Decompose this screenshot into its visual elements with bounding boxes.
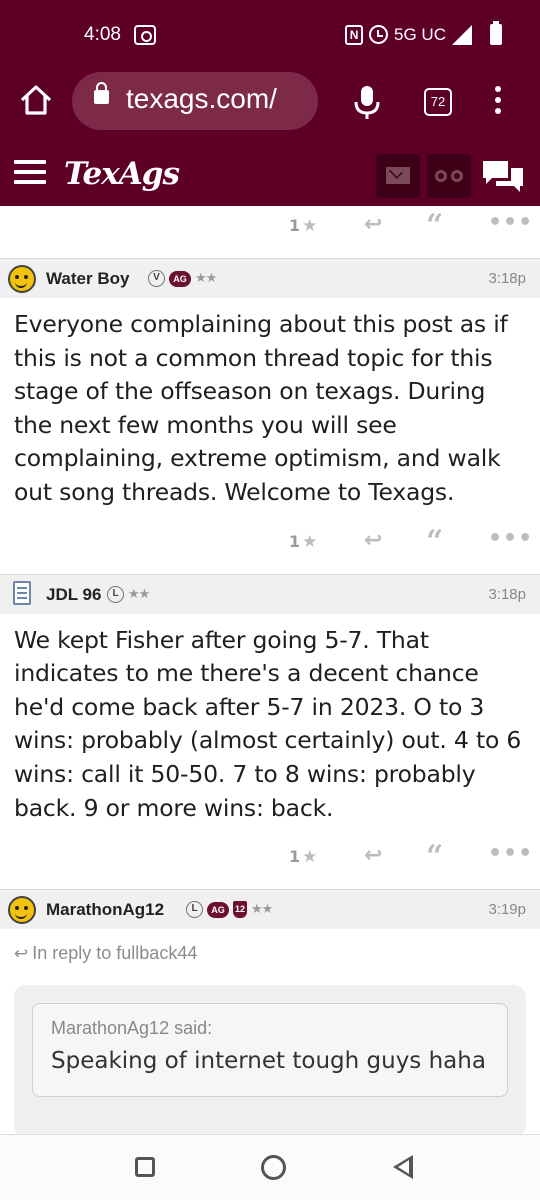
username[interactable]: JDL 96 (46, 585, 101, 605)
status-bar: 4:08 N 5G UC (0, 0, 540, 72)
reply-icon[interactable]: ↩ (364, 528, 382, 553)
quote-text: Speaking of internet tough guys haha (51, 1048, 486, 1075)
user-stars: ★★ (195, 271, 217, 286)
reply-to-text: In reply to fullback44 (32, 943, 198, 964)
star-button[interactable]: 1 ★ (289, 532, 317, 552)
reply-arrow-icon: ↩ (14, 944, 29, 964)
thread-content: 1 ★ ↩ “ ••• Water Boy V AG ★★ 3:18p Every… (0, 206, 540, 1134)
more-icon[interactable]: ••• (488, 210, 533, 235)
avatar[interactable] (8, 896, 36, 925)
watch-button[interactable] (427, 154, 471, 198)
post: MarathonAg12 L AG 12 ★★ 3:19p ↩ In reply … (0, 889, 540, 1134)
avatar[interactable] (13, 580, 31, 605)
home-icon[interactable] (18, 82, 54, 118)
post: JDL 96 L ★★ 3:18p We kept Fisher after g… (0, 573, 540, 890)
tab-switcher-button[interactable]: 72 (424, 88, 452, 116)
cast-icon (134, 25, 156, 45)
alarm-icon (369, 25, 389, 44)
more-icon[interactable]: ••• (488, 526, 533, 551)
signal-icon (452, 24, 472, 45)
mail-icon (386, 167, 410, 184)
post-actions: 1 ★ ↩ “ ••• (0, 837, 540, 889)
back-icon[interactable] (393, 1155, 413, 1179)
nfc-icon: N (345, 24, 364, 45)
quoted-post[interactable]: MarathonAg12 said: Speaking of internet … (32, 1003, 508, 1098)
battery-icon (490, 21, 502, 45)
post-actions: 1 ★ ↩ “ ••• (0, 206, 540, 258)
url-toolbar: texags.com/ 72 (0, 72, 540, 132)
quote-icon[interactable]: “ (426, 524, 443, 559)
messages-button[interactable] (376, 154, 420, 198)
badge-ag: AG (207, 901, 229, 918)
browser-chrome: 4:08 N 5G UC texags.com/ 72 TexAgs (0, 0, 540, 206)
star-button[interactable]: 1 ★ (289, 216, 317, 236)
badge-l: L (107, 585, 124, 603)
quote-block: MarathonAg12 said: Speaking of internet … (14, 985, 526, 1134)
post-header: JDL 96 L ★★ 3:18p (0, 573, 540, 614)
hamburger-menu-icon[interactable] (14, 160, 46, 186)
user-badges: V AG ★★ (148, 270, 217, 287)
reply-icon[interactable]: ↩ (364, 212, 382, 237)
star-button[interactable]: 1 ★ (289, 847, 317, 867)
url-bar[interactable]: texags.com/ (72, 72, 318, 130)
post-body: Everyone complaining about this post as … (14, 310, 508, 506)
status-time: 4:08 (84, 24, 121, 45)
overflow-menu-icon[interactable] (490, 86, 506, 118)
quote-icon[interactable]: “ (426, 839, 443, 874)
post-header: MarathonAg12 L AG 12 ★★ 3:19p (0, 889, 540, 930)
badge-ag: AG (169, 270, 191, 287)
badge-l: L (186, 901, 203, 919)
quote-author: MarathonAg12 said: (51, 1018, 213, 1039)
binoculars-icon (435, 168, 463, 184)
home-circle-icon[interactable] (261, 1155, 286, 1180)
user-badges: L ★★ (107, 585, 150, 603)
username[interactable]: Water Boy (46, 269, 129, 289)
reply-to-link[interactable]: ↩ In reply to fullback44 (0, 929, 540, 973)
username[interactable]: MarathonAg12 (46, 900, 164, 920)
badge-v: V (148, 270, 165, 287)
post-body: We kept Fisher after going 5-7. That ind… (14, 625, 522, 822)
site-logo[interactable]: TexAgs (64, 156, 180, 192)
recent-apps-icon[interactable] (135, 1157, 155, 1177)
post-time: 3:18p (488, 270, 526, 287)
microphone-icon[interactable] (352, 82, 382, 122)
post-time: 3:19p (488, 901, 526, 919)
post-actions: 1 ★ ↩ “ ••• (0, 522, 540, 574)
avatar[interactable] (8, 265, 36, 293)
post-time: 3:18p (488, 585, 526, 603)
chat-icon[interactable] (480, 158, 526, 194)
quote-icon[interactable]: “ (426, 208, 443, 243)
network-label: 5G UC (394, 24, 446, 44)
more-icon[interactable]: ••• (488, 841, 533, 866)
lock-icon (94, 82, 109, 104)
reply-icon[interactable]: ↩ (364, 843, 382, 868)
badge-12: 12 (233, 901, 247, 919)
user-badges: L AG 12 ★★ (186, 901, 273, 919)
user-stars: ★★ (128, 586, 150, 602)
url-text: texags.com/ (126, 83, 277, 114)
system-nav-bar (0, 1134, 540, 1200)
site-header: TexAgs (0, 142, 540, 206)
post: Water Boy V AG ★★ 3:18p Everyone complai… (0, 258, 540, 574)
user-stars: ★★ (251, 902, 273, 918)
post-header: Water Boy V AG ★★ 3:18p (0, 258, 540, 298)
